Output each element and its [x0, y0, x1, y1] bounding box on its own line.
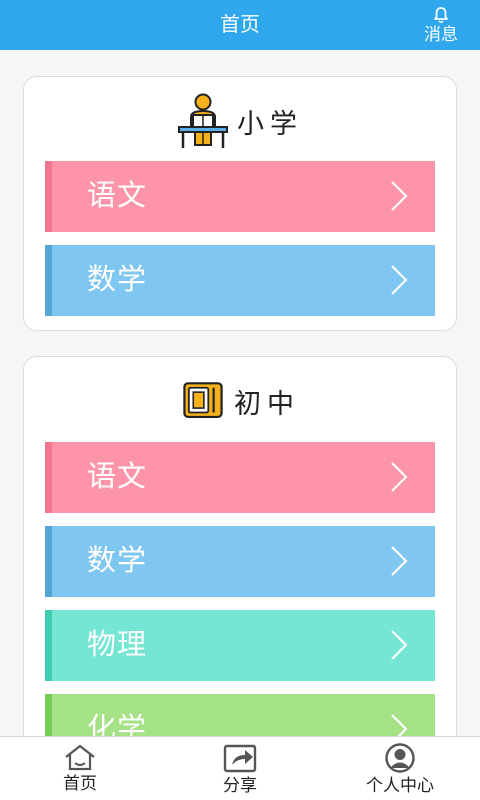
- tab-home[interactable]: 首页: [20, 737, 140, 800]
- messages-label: 消息: [424, 25, 458, 45]
- row-accent: [45, 442, 52, 513]
- user-avatar-icon: [385, 743, 415, 773]
- subject-row-physics[interactable]: 物理: [45, 610, 435, 681]
- row-accent: [45, 610, 52, 681]
- section-card-primary: 小学 语文 数学: [23, 76, 457, 331]
- row-accent: [45, 526, 52, 597]
- student-reading-icon: [178, 93, 228, 148]
- chevron-right-icon: [391, 265, 408, 295]
- book-icon: [183, 382, 223, 419]
- section-header: 初中: [24, 371, 456, 431]
- section-title: 小学: [237, 108, 303, 140]
- messages-button[interactable]: 消息: [418, 6, 464, 46]
- bottom-tab-bar: 首页 分享 个人中心: [0, 736, 480, 800]
- row-accent: [45, 694, 52, 736]
- page-title: 首页: [220, 12, 260, 36]
- chevron-right-icon: [391, 714, 408, 736]
- section-card-junior: 初中 语文 数学 物理 化学: [23, 356, 457, 736]
- chevron-right-icon: [391, 630, 408, 660]
- chevron-right-icon: [391, 462, 408, 492]
- tab-label: 个人中心: [366, 776, 434, 796]
- subject-label: 语文: [87, 178, 148, 212]
- chevron-right-icon: [391, 546, 408, 576]
- section-header: 小学: [24, 91, 456, 151]
- subject-row-math[interactable]: 数学: [45, 245, 435, 316]
- subject-row-chinese[interactable]: 语文: [45, 442, 435, 513]
- subject-row-chemistry[interactable]: 化学: [45, 694, 435, 736]
- row-accent: [45, 161, 52, 232]
- subject-row-chinese[interactable]: 语文: [45, 161, 435, 232]
- tab-share[interactable]: 分享: [180, 737, 300, 800]
- subject-row-math[interactable]: 数学: [45, 526, 435, 597]
- subject-label: 物理: [87, 627, 148, 661]
- home-icon: [65, 744, 95, 771]
- share-icon: [223, 744, 257, 773]
- section-title: 初中: [234, 388, 300, 420]
- bell-icon: [434, 7, 448, 24]
- subject-label: 数学: [87, 543, 148, 577]
- tab-label: 首页: [63, 774, 97, 794]
- app-bar: 首页 消息: [0, 0, 480, 50]
- subject-label: 化学: [87, 711, 148, 736]
- subject-label: 数学: [87, 262, 148, 296]
- row-accent: [45, 245, 52, 316]
- main-content: 小学 语文 数学 初中 语文 数学 物理 化学: [0, 50, 480, 736]
- chevron-right-icon: [391, 181, 408, 211]
- subject-label: 语文: [87, 459, 148, 493]
- tab-profile[interactable]: 个人中心: [340, 737, 460, 800]
- tab-label: 分享: [223, 776, 257, 796]
